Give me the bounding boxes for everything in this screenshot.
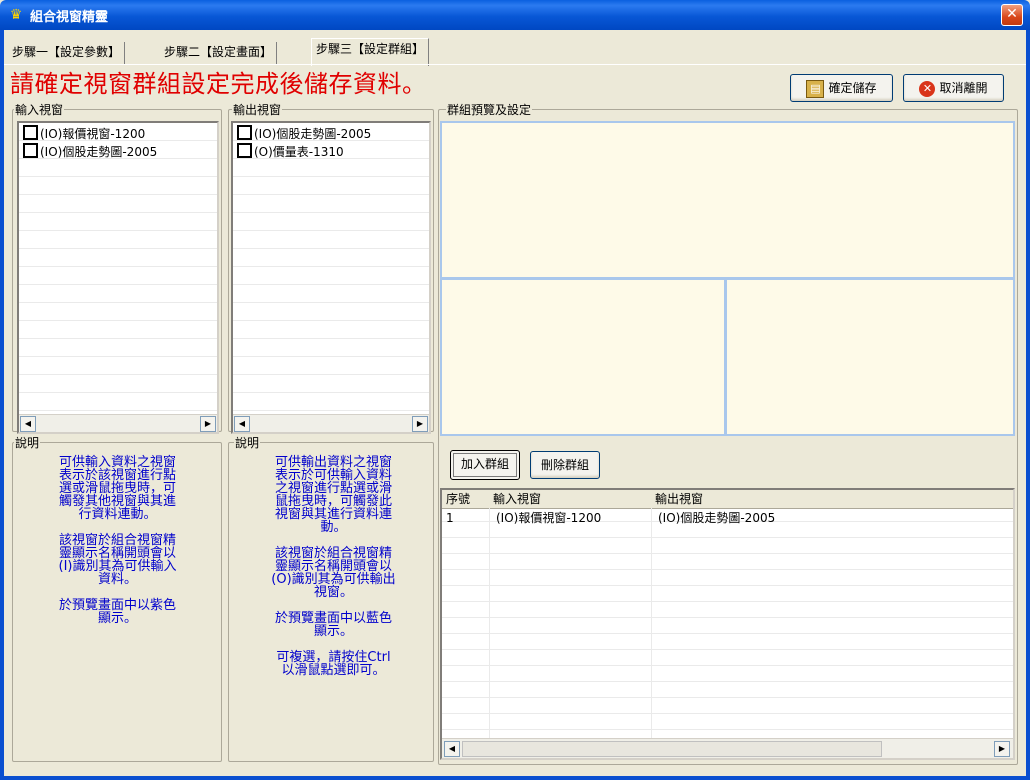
window-frame-bottom <box>0 776 1030 780</box>
input-desc-title: 說明 <box>14 436 41 450</box>
tab-step-1[interactable]: 步驟一【設定參數】 <box>8 42 126 64</box>
output-desc-text: 可供輸出資料之視窗 表示於可供輸入資料 之視窗進行點選或滑 鼠拖曳時，可觸發此 … <box>271 455 396 678</box>
input-window-list[interactable]: (IO)報價視窗-1200 (IO)個股走勢圖-2005 ◀ ▶ <box>17 121 219 434</box>
list-item[interactable]: (IO)個股走勢圖-2005 <box>237 125 371 142</box>
list-item-label: (IO)個股走勢圖-2005 <box>40 145 158 159</box>
delete-group-button[interactable]: 刪除群組 <box>530 451 600 479</box>
output-desc-title: 說明 <box>234 436 261 450</box>
checkbox-icon[interactable] <box>23 143 38 158</box>
cancel-button-label: 取消離開 <box>939 81 988 95</box>
preview-pane-bottom-left[interactable] <box>440 278 726 436</box>
scroll-right-icon[interactable]: ▶ <box>200 416 216 432</box>
list-item[interactable]: (IO)個股走勢圖-2005 <box>23 143 157 160</box>
table-cell-input: (IO)報價視窗-1200 <box>496 511 602 525</box>
cancel-button[interactable]: ✕ 取消離開 <box>903 74 1004 102</box>
scroll-left-icon[interactable]: ◀ <box>444 741 460 757</box>
preview-title: 群組預覽及設定 <box>446 103 533 117</box>
table-header-index[interactable]: 序號 <box>442 490 494 509</box>
output-window-title: 輸出視窗 <box>232 103 283 117</box>
checkbox-icon[interactable] <box>237 125 252 140</box>
scrollbar-thumb[interactable] <box>462 741 882 757</box>
window-frame-left <box>0 30 4 780</box>
scroll-left-icon[interactable]: ◀ <box>20 416 36 432</box>
list-item[interactable]: (IO)報價視窗-1200 <box>23 125 145 142</box>
horizontal-scrollbar[interactable]: ◀ ▶ <box>19 414 217 432</box>
preview-pane-top[interactable] <box>440 121 1015 279</box>
close-button[interactable]: ✕ <box>1001 4 1023 26</box>
save-button[interactable]: ▤ 確定儲存 <box>790 74 893 102</box>
checkbox-icon[interactable] <box>23 125 38 140</box>
tab-step-3[interactable]: 步驟三【設定群組】 <box>311 38 430 66</box>
table-header-output[interactable]: 輸出視窗 <box>651 490 1013 509</box>
table-header-input[interactable]: 輸入視窗 <box>489 490 656 509</box>
title-bar <box>0 0 1030 30</box>
checkbox-icon[interactable] <box>237 143 252 158</box>
column-divider <box>651 508 652 738</box>
list-item-label: (IO)報價視窗-1200 <box>40 127 146 141</box>
group-table[interactable]: 序號 輸入視窗 輸出視窗 1 (IO)報價視窗-1200 (IO)個股走勢圖-2… <box>440 488 1015 760</box>
column-divider <box>489 508 490 738</box>
tab-step-2[interactable]: 步驟二【設定畫面】 <box>160 42 278 64</box>
list-item-label: (IO)個股走勢圖-2005 <box>254 127 372 141</box>
input-desc-text: 可供輸入資料之視窗 表示於該視窗進行點 選或滑鼠拖曳時，可 觸發其他視窗與其進 … <box>58 455 177 626</box>
save-button-label: 確定儲存 <box>828 81 877 95</box>
window-title: 組合視窗精靈 <box>30 10 109 25</box>
horizontal-scrollbar[interactable]: ◀ ▶ <box>442 738 1013 758</box>
scroll-right-icon[interactable]: ▶ <box>994 741 1010 757</box>
cancel-x-icon: ✕ <box>919 80 936 97</box>
preview-pane-bottom-right[interactable] <box>725 278 1015 436</box>
horizontal-scrollbar[interactable]: ◀ ▶ <box>233 414 429 432</box>
instruction-text: 請確定視窗群組設定完成後儲存資料。 <box>10 70 427 98</box>
output-window-list[interactable]: (IO)個股走勢圖-2005 (O)價量表-1310 ◀ ▶ <box>231 121 431 434</box>
add-group-button[interactable]: 加入群組 <box>450 450 520 480</box>
input-window-title: 輸入視窗 <box>14 103 65 117</box>
crown-icon: ♛ <box>9 7 23 23</box>
list-item[interactable]: (O)價量表-1310 <box>237 143 344 160</box>
scroll-right-icon[interactable]: ▶ <box>412 416 428 432</box>
list-item-label: (O)價量表-1310 <box>254 145 344 159</box>
table-cell-index: 1 <box>446 511 454 525</box>
window-frame-right <box>1026 30 1030 780</box>
table-cell-output: (IO)個股走勢圖-2005 <box>658 511 776 525</box>
floppy-disk-icon: ▤ <box>806 79 825 98</box>
scroll-left-icon[interactable]: ◀ <box>234 416 250 432</box>
